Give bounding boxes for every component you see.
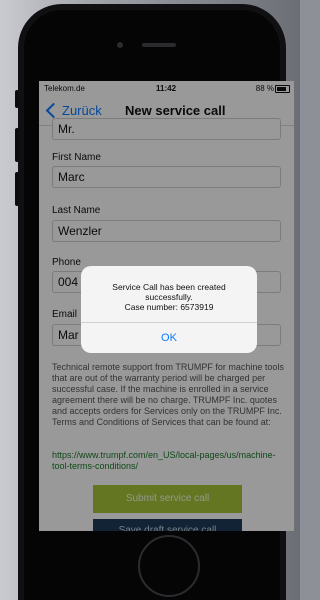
volume-down-button xyxy=(15,172,19,206)
alert-message: Service Call has been created successful… xyxy=(81,282,257,312)
earpiece-speaker xyxy=(142,43,176,47)
alert-line-1: Service Call has been created xyxy=(112,282,226,292)
volume-up-button xyxy=(15,128,19,162)
app-screen: Telekom.de 11:42 88 % Zurück New service… xyxy=(39,81,294,531)
case-number: Case number: 6573919 xyxy=(124,302,214,312)
home-button[interactable] xyxy=(138,535,200,597)
mute-switch xyxy=(15,90,19,108)
front-camera-icon xyxy=(117,42,123,48)
success-alert: Service Call has been created successful… xyxy=(81,266,257,353)
alert-line-2: successfully. xyxy=(145,292,193,302)
ok-button[interactable]: OK xyxy=(81,323,257,353)
